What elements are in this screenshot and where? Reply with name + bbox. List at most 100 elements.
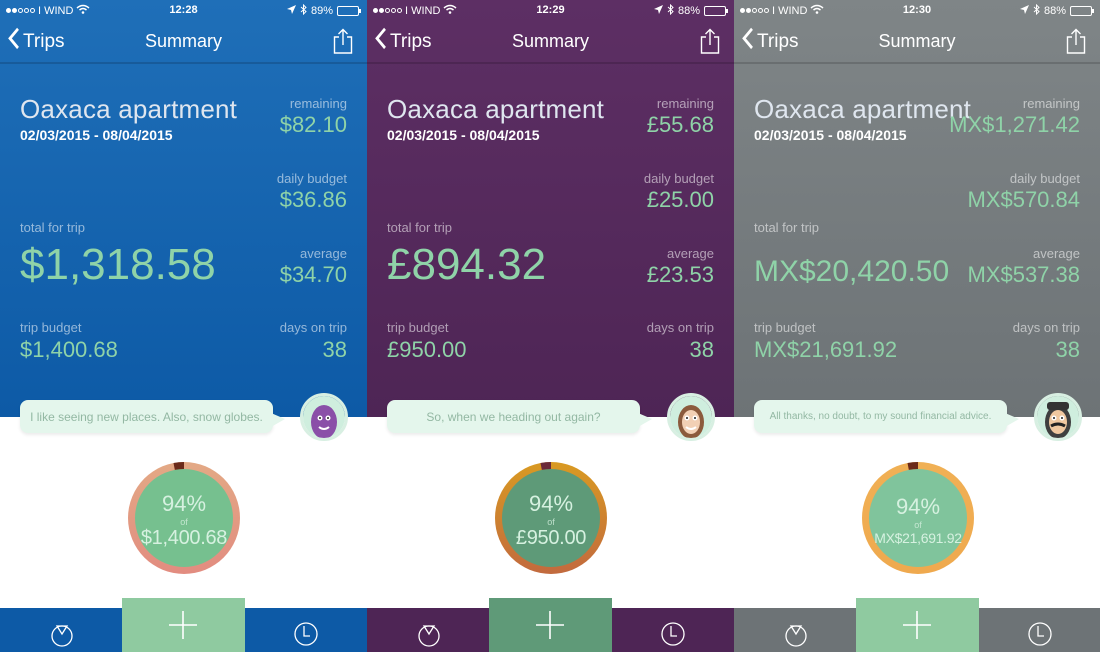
purple-monster-avatar[interactable] <box>300 393 348 441</box>
trip-budget-value: £950.00 <box>387 337 467 362</box>
summary-header-panel: I WIND 12:30 88% Trips Summary Oaxaca ap… <box>734 0 1100 417</box>
tab-bar <box>734 598 1100 652</box>
speech-bubble: I like seeing new places. Also, snow glo… <box>20 400 285 433</box>
trip-budget-label: trip budget <box>387 320 449 335</box>
tab-budget-button[interactable] <box>42 614 82 652</box>
page-title: Summary <box>878 31 956 51</box>
ring-icon <box>785 625 807 647</box>
bluetooth-icon <box>1033 3 1040 18</box>
days-on-trip-label: days on trip <box>646 320 714 335</box>
bluetooth-icon <box>300 3 307 18</box>
total-for-trip-value: $1,318.58 <box>20 240 216 289</box>
gauge-label: 94% of $1,400.68 <box>124 458 244 578</box>
tab-history-button[interactable] <box>1020 614 1060 652</box>
remaining-value: $82.10 <box>279 112 347 137</box>
tab-history-button[interactable] <box>653 614 693 652</box>
plus-icon <box>169 611 197 639</box>
daily-budget-label: daily budget <box>276 171 347 186</box>
share-icon <box>1066 28 1086 54</box>
remaining-value: £55.68 <box>646 112 714 137</box>
trip-budget-label: trip budget <box>20 320 82 335</box>
tab-budget-button[interactable] <box>409 614 449 652</box>
average-value: £23.53 <box>646 262 714 287</box>
location-icon <box>286 5 296 17</box>
battery-percent: 88% <box>677 5 700 17</box>
status-bar: I WIND 12:29 88% <box>367 0 734 22</box>
gauge-label: 94% of MX$21,691.92 <box>858 458 978 578</box>
daily-budget-label: daily budget <box>643 171 714 186</box>
nav-divider <box>367 62 734 64</box>
daily-budget-value: £25.00 <box>646 187 714 212</box>
days-on-trip-value: 38 <box>322 337 347 362</box>
bluetooth-icon <box>667 3 674 18</box>
gauge-of: of <box>547 516 555 527</box>
mustached-man-avatar[interactable] <box>1034 393 1082 441</box>
remaining-label: remaining <box>656 96 714 111</box>
battery-percent: 89% <box>310 5 333 17</box>
screens-container: I WIND 12:28 89% Trips Summary Oaxaca ap… <box>0 0 1100 652</box>
nav-bar: Trips Summary <box>734 22 1100 62</box>
days-on-trip-label: days on trip <box>1012 320 1080 335</box>
clock-icon <box>661 622 685 646</box>
gauge-label: 94% of £950.00 <box>491 458 611 578</box>
clock-icon <box>1028 622 1052 646</box>
gauge-percent: 94% <box>528 490 574 516</box>
battery-icon <box>1070 6 1094 16</box>
remaining-label: remaining <box>1022 96 1080 111</box>
speech-bubble: So, when we heading out again? <box>387 400 652 433</box>
trip-budget-value: $1,400.68 <box>20 337 118 362</box>
ring-icon <box>51 625 73 647</box>
ring-icon <box>418 625 440 647</box>
average-label: average <box>667 246 714 261</box>
battery-percent: 88% <box>1043 5 1066 17</box>
total-for-trip-label: total for trip <box>754 220 820 235</box>
gauge-amount: $1,400.68 <box>140 526 228 549</box>
add-expense-button[interactable] <box>856 598 979 652</box>
trip-name: Oaxaca apartment <box>754 94 972 124</box>
gauge-of: of <box>180 516 188 527</box>
speech-text: I like seeing new places. Also, snow glo… <box>30 409 263 424</box>
woman-avatar[interactable] <box>667 393 715 441</box>
nav-divider <box>734 62 1100 64</box>
days-on-trip-value: 38 <box>1055 337 1080 362</box>
speech-text: All thanks, no doubt, to my sound financ… <box>769 411 992 422</box>
daily-budget-value: MX$570.84 <box>967 187 1080 212</box>
summary-header-panel: I WIND 12:29 88% Trips Summary Oaxaca ap… <box>367 0 734 417</box>
battery-icon <box>704 6 728 16</box>
tab-bar <box>0 598 367 652</box>
page-title: Summary <box>144 31 222 51</box>
share-icon <box>700 28 720 54</box>
nav-bar: Trips Summary <box>0 22 367 62</box>
share-button[interactable] <box>1066 28 1086 54</box>
add-expense-button[interactable] <box>122 598 245 652</box>
total-for-trip-value: MX$20,420.50 <box>754 255 950 288</box>
tab-history-button[interactable] <box>286 614 326 652</box>
clock-icon <box>294 622 318 646</box>
tab-bar <box>367 598 734 652</box>
daily-budget-label: daily budget <box>1009 171 1080 186</box>
trip-budget-label: trip budget <box>754 320 816 335</box>
plus-icon <box>903 611 931 639</box>
total-for-trip-value: £894.32 <box>387 240 547 289</box>
tab-budget-button[interactable] <box>776 614 816 652</box>
summary-screen-purple: I WIND 12:29 88% Trips Summary Oaxaca ap… <box>367 0 734 652</box>
share-button[interactable] <box>333 28 353 54</box>
nav-bar: Trips Summary <box>367 22 734 62</box>
speech-bubble: All thanks, no doubt, to my sound financ… <box>754 400 1019 433</box>
trip-name: Oaxaca apartment <box>20 94 238 124</box>
gauge-percent: 94% <box>895 494 941 519</box>
status-bar: I WIND 12:30 88% <box>734 0 1100 22</box>
average-label: average <box>300 246 347 261</box>
trip-dates: 02/03/2015 - 08/04/2015 <box>20 127 173 143</box>
location-icon <box>1019 5 1029 17</box>
days-on-trip-label: days on trip <box>279 320 347 335</box>
average-value: MX$537.38 <box>967 262 1080 287</box>
add-expense-button[interactable] <box>489 598 612 652</box>
status-bar: I WIND 12:28 89% <box>0 0 367 22</box>
share-button[interactable] <box>700 28 720 54</box>
share-icon <box>333 28 353 54</box>
remaining-value: MX$1,271.42 <box>949 112 1080 137</box>
daily-budget-value: $36.86 <box>279 187 347 212</box>
summary-screen-blue: I WIND 12:28 89% Trips Summary Oaxaca ap… <box>0 0 367 652</box>
plus-icon <box>536 611 564 639</box>
